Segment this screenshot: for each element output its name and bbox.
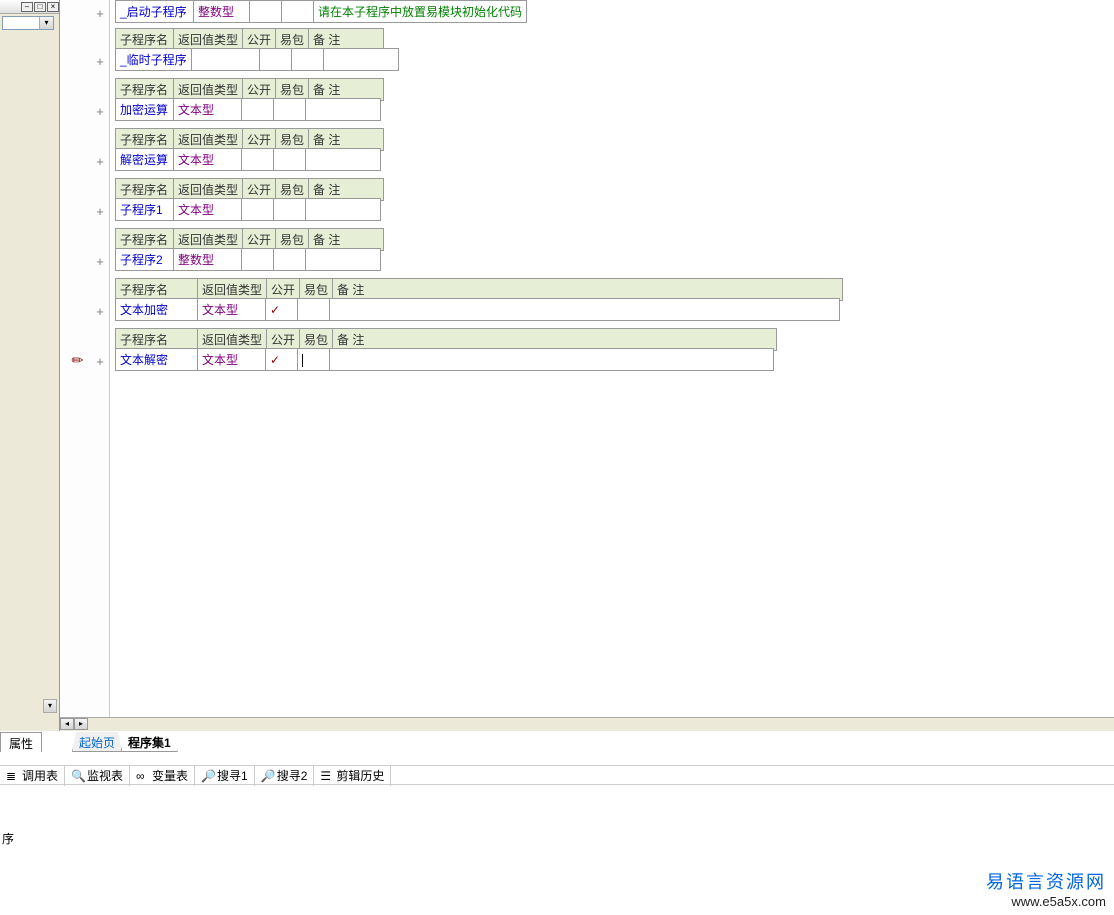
expand-icon[interactable]: +	[94, 154, 106, 169]
expand-icon[interactable]: +	[94, 254, 106, 269]
scroll-right-icon[interactable]: ▸	[74, 718, 88, 730]
var-icon: ∞	[136, 769, 149, 782]
cell-name[interactable]: 加密运算	[116, 99, 174, 121]
bottom-tab-label: 监视表	[87, 767, 123, 784]
bottom-tab-label: 调用表	[22, 767, 58, 784]
cell-remark[interactable]	[306, 149, 381, 171]
expand-icon[interactable]: +	[94, 54, 106, 69]
expand-icon[interactable]: +	[94, 354, 106, 369]
bottom-tab[interactable]: 🔍监视表	[65, 765, 130, 786]
cell-public[interactable]: ✓	[266, 349, 298, 371]
cell-remark[interactable]	[330, 349, 774, 371]
find-icon: 🔎	[261, 769, 274, 782]
subroutine-grid[interactable]: 解密运算文本型	[115, 148, 381, 171]
subroutine-grid[interactable]: _启动子程序整数型 请在本子程序中放置易模块初始化代码	[115, 0, 527, 23]
cell-name[interactable]: 文本解密	[116, 349, 198, 371]
cell-public[interactable]	[242, 249, 274, 271]
cell-pack[interactable]	[282, 1, 314, 23]
cell-name[interactable]: 文本加密	[116, 299, 198, 321]
cell-pack[interactable]	[298, 349, 330, 371]
bottom-tab-label: 搜寻2	[277, 767, 308, 784]
cell-name[interactable]: 子程序1	[116, 199, 174, 221]
cell-type[interactable]: 文本型	[198, 299, 266, 321]
bottom-tab[interactable]: 🔎搜寻2	[255, 765, 315, 786]
status-bar: 序	[0, 828, 1114, 849]
cell-public[interactable]	[250, 1, 282, 23]
watermark-url: www.e5a5x.com	[986, 894, 1106, 909]
history-icon: ☰	[320, 769, 333, 782]
subroutine-grid[interactable]: 加密运算文本型	[115, 98, 381, 121]
restore-icon[interactable]: □	[34, 2, 46, 12]
expand-icon[interactable]: +	[94, 304, 106, 319]
properties-tab[interactable]: 属性	[0, 732, 42, 752]
cell-remark[interactable]	[306, 249, 381, 271]
cell-pack[interactable]	[298, 299, 330, 321]
subroutine-grid[interactable]: 子程序1文本型	[115, 198, 381, 221]
code-editor: ++++++++✎ _启动子程序整数型请在本子程序中放置易模块初始化代码子程序名…	[60, 0, 1114, 731]
bottom-tab[interactable]: ≣调用表	[0, 765, 65, 786]
cell-remark[interactable]: 请在本子程序中放置易模块初始化代码	[314, 1, 527, 23]
cell-pack[interactable]	[274, 99, 306, 121]
side-dropdown[interactable]: ▾	[2, 16, 54, 30]
cell-name[interactable]: 子程序2	[116, 249, 174, 271]
cell-name[interactable]: _启动子程序	[116, 1, 194, 23]
document-tabs: 起始页程序集1	[60, 732, 177, 752]
subroutine-grid[interactable]: 文本解密文本型✓	[115, 348, 774, 371]
gutter: + + + + + + + + ✎	[60, 0, 110, 720]
watermark-title: 易语言资源网	[986, 868, 1106, 894]
cell-pack[interactable]	[274, 199, 306, 221]
cell-remark[interactable]	[323, 49, 398, 71]
bottom-tab[interactable]: ☰剪辑历史	[314, 765, 391, 786]
side-panel: – □ × ▾ ▾	[0, 0, 60, 731]
cell-type[interactable]: 整数型	[194, 1, 250, 23]
cell-type[interactable]: 文本型	[174, 99, 242, 121]
cell-remark[interactable]	[330, 299, 840, 321]
subroutine-grid[interactable]: _临时子程序	[115, 48, 399, 71]
cell-pack[interactable]	[274, 149, 306, 171]
list-icon: ≣	[6, 769, 19, 782]
doc-tab[interactable]: 程序集1	[121, 732, 178, 752]
cell-type[interactable]: 文本型	[174, 149, 242, 171]
subroutine-grid[interactable]: 子程序2整数型	[115, 248, 381, 271]
cell-type[interactable]: 文本型	[174, 199, 242, 221]
cell-pack[interactable]	[291, 49, 323, 71]
side-titlebar: – □ ×	[0, 0, 59, 14]
cell-remark[interactable]	[306, 199, 381, 221]
cell-type[interactable]: 整数型	[174, 249, 242, 271]
watermark: 易语言资源网 www.e5a5x.com	[986, 868, 1106, 909]
close-icon[interactable]: ×	[47, 2, 59, 12]
expand-icon[interactable]: +	[94, 204, 106, 219]
bottom-tab-label: 剪辑历史	[336, 767, 384, 784]
bottom-tab-label: 变量表	[152, 767, 188, 784]
cell-pack[interactable]	[274, 249, 306, 271]
chevron-down-icon[interactable]: ▾	[43, 699, 57, 713]
expand-icon[interactable]: +	[94, 104, 106, 119]
chevron-down-icon[interactable]: ▾	[39, 17, 53, 29]
bottom-tab[interactable]: 🔎搜寻1	[195, 765, 255, 786]
cell-name[interactable]: _临时子程序	[116, 49, 192, 71]
horizontal-scrollbar[interactable]: ◂▸	[60, 717, 1114, 731]
bottom-tab[interactable]: ∞变量表	[130, 765, 195, 786]
cell-public[interactable]: ✓	[266, 299, 298, 321]
bottom-panel-tabs: ≣调用表🔍监视表∞变量表🔎搜寻1🔎搜寻2☰剪辑历史	[0, 765, 1114, 785]
cell-public[interactable]	[242, 149, 274, 171]
minimize-icon[interactable]: –	[21, 2, 33, 12]
cell-public[interactable]	[242, 199, 274, 221]
expand-icon[interactable]: +	[94, 6, 106, 21]
cell-type[interactable]: 文本型	[198, 349, 266, 371]
doc-tab[interactable]: 起始页	[72, 732, 122, 752]
cell-public[interactable]	[259, 49, 291, 71]
cell-public[interactable]	[242, 99, 274, 121]
edit-marker-icon: ✎	[68, 350, 88, 370]
scroll-left-icon[interactable]: ◂	[60, 718, 74, 730]
subroutine-grid[interactable]: 文本加密文本型✓	[115, 298, 840, 321]
cell-name[interactable]: 解密运算	[116, 149, 174, 171]
cell-remark[interactable]	[306, 99, 381, 121]
cell-type[interactable]	[191, 49, 259, 71]
search-icon: 🔍	[71, 769, 84, 782]
find-icon: 🔎	[201, 769, 214, 782]
bottom-tab-label: 搜寻1	[217, 767, 248, 784]
